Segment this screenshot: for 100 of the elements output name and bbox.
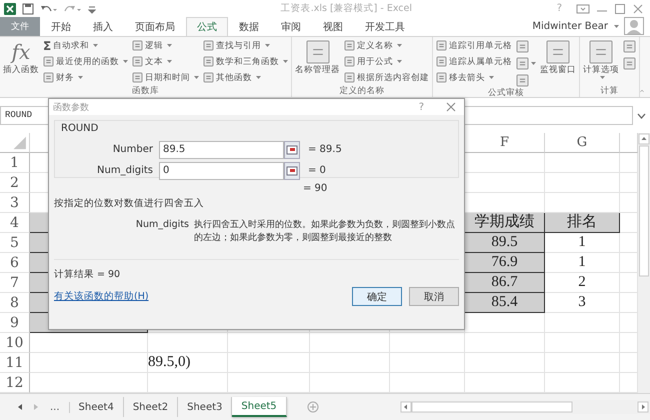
argument-label: Number	[112, 144, 154, 155]
ribbon-button[interactable]: 日期和时间	[132, 70, 199, 85]
ribbon-button[interactable]: 监视窗口	[540, 38, 576, 75]
tool-icon	[516, 40, 529, 52]
ribbon-button[interactable]: 最近使用的函数	[43, 54, 128, 69]
tool-icon	[623, 56, 636, 70]
row-header[interactable]: 11	[0, 353, 30, 373]
horizontal-scrollbar[interactable]	[400, 400, 650, 414]
ribbon-tab[interactable]: 页面布局	[124, 17, 186, 36]
function-name: ROUND	[61, 123, 100, 134]
tool-icon	[203, 56, 214, 67]
save-icon[interactable]	[22, 2, 34, 14]
tool-icon	[132, 72, 143, 83]
ribbon-button[interactable]: 追踪从属单元格	[436, 54, 512, 69]
ribbon-button[interactable]: 定义名称	[344, 38, 429, 53]
sheet-tab[interactable]: Sheet2	[124, 397, 178, 417]
select-all-corner[interactable]	[0, 133, 30, 153]
ribbon-tab[interactable]: 插入	[82, 17, 124, 36]
customize-icon[interactable]	[88, 4, 96, 14]
expand-icon[interactable]	[637, 112, 646, 118]
ribbon-button[interactable]: 逻辑	[132, 38, 199, 53]
ribbon-button[interactable]: 查找与引用	[203, 38, 288, 53]
table-cell: 学期成绩	[465, 213, 545, 233]
vertical-scrollbar[interactable]	[638, 133, 650, 393]
collapse-dialog-icon[interactable]	[284, 162, 300, 180]
tool-icon	[344, 40, 355, 51]
maximize-icon[interactable]	[614, 2, 626, 14]
row-header[interactable]: 2	[0, 173, 30, 193]
table-cell: 89.5,0)	[148, 353, 228, 373]
ribbon-button[interactable]: 移去箭头	[436, 70, 512, 85]
group-label: 计算	[600, 86, 620, 97]
tool-icon	[344, 56, 355, 67]
row-header[interactable]: 10	[0, 333, 30, 353]
window-title: 工资表.xls [兼容模式] - Excel	[280, 2, 413, 15]
tool-icon	[203, 72, 214, 83]
argument-result: = 89.5	[308, 144, 342, 155]
tool-icon	[589, 40, 613, 64]
argument-field[interactable]: 0	[159, 162, 284, 180]
ribbon-button[interactable]: 数学和三角函数	[203, 54, 288, 69]
ribbon-icon-button[interactable]	[516, 55, 536, 71]
more-sheets-button[interactable]: ...	[48, 402, 70, 412]
tool-icon	[516, 56, 529, 70]
argument-result: = 0	[308, 165, 326, 176]
icon-glyph: fx	[12, 40, 30, 64]
tool-icon	[132, 56, 143, 67]
tool-icon	[132, 40, 143, 51]
ribbon-icon-button[interactable]	[623, 55, 636, 71]
ribbon-button[interactable]: 计算选项	[583, 38, 619, 79]
next-sheet-icon[interactable]	[32, 403, 40, 411]
group-label: 公式审核	[487, 88, 525, 99]
tool-icon	[43, 72, 54, 83]
tool-icon	[306, 40, 330, 64]
ribbon-button[interactable]: fx 插入函数	[3, 38, 39, 75]
ribbon-tab[interactable]: 视图	[312, 17, 354, 36]
ribbon-tab[interactable]: 公式	[186, 17, 228, 36]
cancel-button[interactable]: 取消	[409, 287, 459, 306]
column-header[interactable]: G	[545, 133, 620, 153]
dialog-title: 函数参数	[53, 102, 89, 114]
icon-glyph: Σ	[43, 38, 52, 52]
ribbon-button[interactable]: 用于公式	[344, 54, 429, 69]
ribbon-button[interactable]: 其他函数	[203, 70, 288, 85]
sheet-tab[interactable]: Sheet4	[70, 397, 124, 417]
spreadsheet-app-icon[interactable]	[4, 2, 16, 14]
table-cell: 89.5	[465, 233, 545, 253]
sheet-tab[interactable]: Sheet5	[232, 397, 287, 417]
formula-result: = 90	[303, 183, 328, 194]
tool-icon	[436, 72, 447, 83]
ribbon-tab[interactable]: 审阅	[270, 17, 312, 36]
close-icon[interactable]	[632, 2, 644, 14]
ribbon-button[interactable]: 财务	[43, 70, 128, 85]
tool-icon	[623, 40, 636, 52]
ribbon-button[interactable]: 名称管理器	[295, 38, 340, 75]
tool-icon	[436, 40, 447, 51]
argument-help-label: Num_digits	[134, 219, 190, 232]
formula-field[interactable]	[463, 106, 633, 125]
tool-icon	[344, 72, 355, 83]
table-cell: 1	[545, 233, 620, 253]
previous-sheet-icon[interactable]	[16, 403, 24, 411]
argument-field[interactable]: 89.5	[159, 140, 284, 158]
ribbon-button[interactable]: 追踪引用单元格	[436, 38, 512, 53]
ribbon-button[interactable]: 文本	[132, 54, 199, 69]
help-link[interactable]: 有关该函数的帮助(H)	[54, 290, 149, 303]
ribbon-tab[interactable]: 数据	[228, 17, 270, 36]
avatar-icon[interactable]	[624, 17, 644, 35]
ribbon-tab[interactable]: 开发工具	[354, 17, 416, 36]
table-cell: 86.7	[465, 273, 545, 293]
tool-icon	[43, 56, 54, 67]
close-icon[interactable]	[446, 102, 456, 112]
ribbon-tab[interactable]: 开始	[40, 17, 82, 36]
account-button[interactable]: Midwinter Bear	[532, 17, 619, 36]
row-header[interactable]: 1	[0, 153, 30, 173]
ribbon-button[interactable]: Σ 自动求和	[43, 38, 128, 53]
ok-button[interactable]: 确定	[352, 287, 402, 306]
user-name: Midwinter Bear	[532, 21, 608, 32]
ribbon-button[interactable]: 根据所选内容创建	[344, 70, 429, 85]
ribbon-display-icon[interactable]	[576, 2, 590, 14]
ribbon-icon-button[interactable]	[623, 38, 636, 54]
row-header[interactable]: 3	[0, 193, 30, 213]
collapse-dialog-icon[interactable]	[284, 140, 300, 158]
add-sheet-icon[interactable]	[306, 401, 319, 413]
